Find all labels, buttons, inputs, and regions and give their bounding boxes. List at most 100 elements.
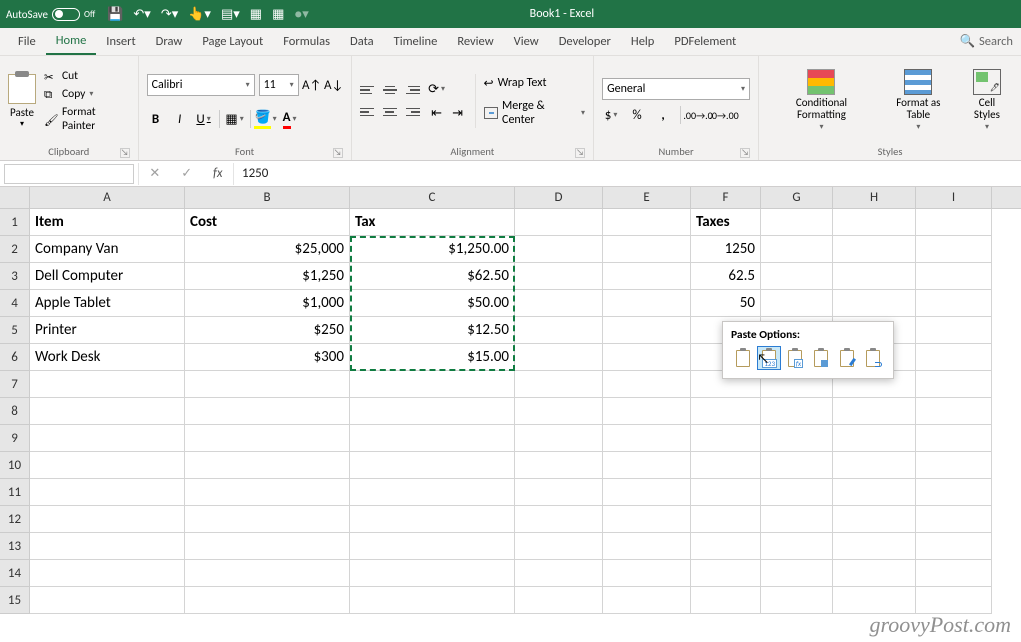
tab-file[interactable]: File: [8, 28, 46, 55]
row-header[interactable]: 3: [0, 263, 30, 290]
tab-formulas[interactable]: Formulas: [273, 28, 340, 55]
cell[interactable]: [603, 371, 691, 398]
align-center-button[interactable]: [381, 104, 399, 120]
row-header[interactable]: 8: [0, 398, 30, 425]
align-top-button[interactable]: [360, 82, 378, 98]
cell[interactable]: [350, 479, 515, 506]
cell[interactable]: [691, 479, 761, 506]
row-header[interactable]: 9: [0, 425, 30, 452]
cell[interactable]: [30, 452, 185, 479]
cell[interactable]: [30, 506, 185, 533]
increase-indent-button[interactable]: ⇥: [449, 104, 467, 122]
cell[interactable]: [761, 290, 833, 317]
underline-button[interactable]: U: [195, 110, 213, 128]
cell[interactable]: $1,250.00: [350, 236, 515, 263]
cell[interactable]: [833, 506, 916, 533]
fontcolor-button[interactable]: A: [281, 110, 299, 128]
cell[interactable]: [30, 479, 185, 506]
cell[interactable]: [603, 290, 691, 317]
cell[interactable]: [603, 398, 691, 425]
cell[interactable]: [761, 236, 833, 263]
cell[interactable]: [833, 425, 916, 452]
freeze-icon[interactable]: ▦: [272, 7, 284, 22]
cell[interactable]: [916, 317, 992, 344]
cell[interactable]: [515, 263, 603, 290]
cell[interactable]: [691, 506, 761, 533]
col-header-d[interactable]: D: [515, 187, 603, 208]
formatpainter-button[interactable]: 🖌Format Painter: [44, 105, 130, 133]
paste-button[interactable]: Paste ▾: [8, 74, 36, 129]
undo-icon[interactable]: ↶▾: [133, 7, 150, 22]
cell[interactable]: [185, 452, 350, 479]
borders-icon[interactable]: ▦: [250, 7, 262, 22]
cell[interactable]: [916, 506, 992, 533]
cell[interactable]: [603, 317, 691, 344]
cell[interactable]: 50: [691, 290, 761, 317]
col-header-c[interactable]: C: [350, 187, 515, 208]
decrease-decimal-button[interactable]: .0→.00: [715, 106, 733, 124]
cell[interactable]: [515, 290, 603, 317]
paste-option-paste[interactable]: [731, 346, 755, 370]
row-header[interactable]: 1: [0, 209, 30, 236]
cell[interactable]: [761, 479, 833, 506]
cell[interactable]: [761, 398, 833, 425]
accounting-button[interactable]: $: [602, 106, 620, 124]
row-header[interactable]: 13: [0, 533, 30, 560]
enter-icon[interactable]: ✓: [181, 166, 192, 181]
cell[interactable]: $12.50: [350, 317, 515, 344]
italic-button[interactable]: I: [171, 110, 189, 128]
cell[interactable]: [761, 560, 833, 587]
cell[interactable]: [916, 587, 992, 614]
cell[interactable]: [916, 479, 992, 506]
cell[interactable]: [515, 506, 603, 533]
row-header[interactable]: 11: [0, 479, 30, 506]
cell[interactable]: [833, 452, 916, 479]
paste-option-formatting[interactable]: [835, 346, 859, 370]
cell[interactable]: Dell Computer: [30, 263, 185, 290]
copy-button[interactable]: ⧉Copy ▾: [44, 87, 130, 101]
cell[interactable]: 1250: [691, 236, 761, 263]
cell[interactable]: [916, 560, 992, 587]
cell[interactable]: [515, 560, 603, 587]
cell[interactable]: [916, 236, 992, 263]
tab-draw[interactable]: Draw: [146, 28, 193, 55]
tab-view[interactable]: View: [504, 28, 549, 55]
cell[interactable]: [691, 587, 761, 614]
cell[interactable]: [185, 479, 350, 506]
cell[interactable]: [350, 533, 515, 560]
cell[interactable]: [515, 452, 603, 479]
cell[interactable]: [185, 506, 350, 533]
cell[interactable]: [603, 236, 691, 263]
cell[interactable]: [833, 533, 916, 560]
cell[interactable]: [603, 533, 691, 560]
col-header-e[interactable]: E: [603, 187, 691, 208]
cell[interactable]: Printer: [30, 317, 185, 344]
cell[interactable]: Apple Tablet: [30, 290, 185, 317]
cell[interactable]: [515, 398, 603, 425]
cell[interactable]: [691, 560, 761, 587]
cell[interactable]: [603, 452, 691, 479]
cell[interactable]: [30, 560, 185, 587]
cell[interactable]: [603, 209, 691, 236]
tab-timeline[interactable]: Timeline: [384, 28, 448, 55]
col-header-h[interactable]: H: [833, 187, 916, 208]
cell[interactable]: [916, 425, 992, 452]
cell[interactable]: [916, 371, 992, 398]
row-header[interactable]: 10: [0, 452, 30, 479]
cell[interactable]: [515, 371, 603, 398]
cell[interactable]: 62.5: [691, 263, 761, 290]
cell[interactable]: [833, 263, 916, 290]
cell[interactable]: [691, 425, 761, 452]
cell[interactable]: [603, 263, 691, 290]
format-as-table-button[interactable]: Format as Table▾: [880, 67, 957, 135]
orientation-button[interactable]: ⟳: [428, 80, 446, 98]
conditional-formatting-button[interactable]: Conditional Formatting▾: [767, 67, 876, 135]
increase-decimal-button[interactable]: .00→.0: [689, 106, 707, 124]
cell[interactable]: [515, 425, 603, 452]
cell[interactable]: [603, 479, 691, 506]
formula-input[interactable]: 1250: [233, 163, 1021, 185]
cell[interactable]: [833, 398, 916, 425]
cell[interactable]: [515, 344, 603, 371]
cell-c1[interactable]: Tax: [350, 209, 515, 236]
cell[interactable]: [515, 533, 603, 560]
